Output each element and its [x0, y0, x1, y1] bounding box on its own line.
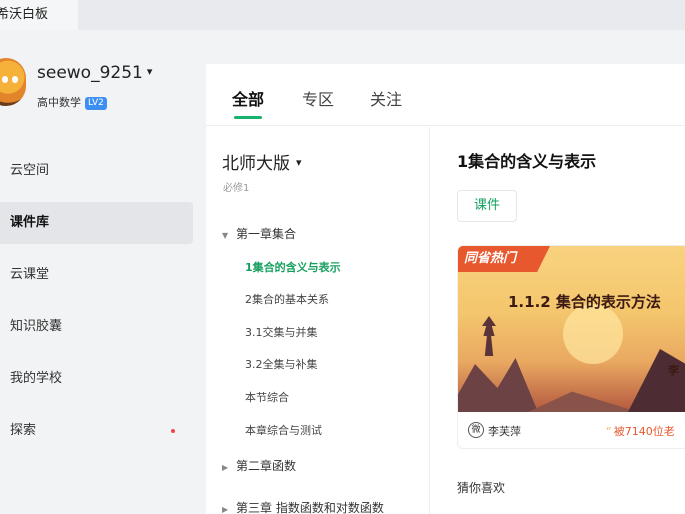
lesson-item[interactable]: 本节综合	[245, 389, 289, 405]
avatar-eye-left	[2, 76, 8, 83]
textbook-tree: 北师大版 ▾ 必修1 ▼ 第一章集合 1集合的含义与表示 2集合的基本关系 3.1交…	[206, 127, 430, 514]
author-avatar-icon: 微	[468, 422, 484, 438]
edition-label: 北师大版	[222, 154, 290, 174]
lesson-item[interactable]: 3.1交集与并集	[245, 324, 318, 340]
category-tabs: 全部 专区 关注	[206, 64, 685, 126]
lesson-item[interactable]: 1集合的含义与表示	[245, 259, 341, 275]
sidebar-item-cloud-space[interactable]: 云空间	[0, 150, 193, 192]
thumbnail-mountain	[458, 358, 538, 412]
sidebar-item-explore[interactable]: 探索	[0, 410, 193, 452]
lesson-item[interactable]: 本章综合与测试	[245, 422, 322, 438]
title-tab-bar: 希沃白板	[0, 0, 685, 30]
sidebar-item-knowledge-capsule[interactable]: 知识胶囊	[0, 306, 193, 348]
username-dropdown[interactable]: seewo_9251 ▾	[37, 63, 152, 83]
app-title: 希沃白板	[0, 7, 49, 22]
sidebar: seewo_9251 ▾ 高中数学 LV2 云空间 课件库 云课堂 知识胶囊 我的学…	[0, 30, 206, 514]
lesson-title: 1集合的含义与表示	[457, 152, 597, 171]
section-title-recommend: 猜你喜欢	[457, 481, 506, 495]
sidebar-item-label: 知识胶囊	[10, 319, 63, 334]
courseware-card[interactable]: 同省热门 1.1.2 集合的表示方法 李 微 李芙萍 “被7140位老	[457, 245, 685, 449]
chapter-label: 第一章集合	[236, 227, 297, 241]
chevron-right-icon: ▶	[222, 505, 229, 514]
level-badge: LV2	[85, 97, 107, 110]
card-footer: 微 李芙萍 “被7140位老	[458, 412, 685, 448]
sidebar-item-label: 我的学校	[10, 371, 63, 386]
usage-count: “被7140位老	[606, 423, 675, 439]
tab-zone[interactable]: 专区	[302, 86, 334, 110]
chapter-2[interactable]: ▶ 第二章函数	[222, 457, 296, 474]
avatar[interactable]	[0, 58, 26, 106]
quote-icon: “	[606, 425, 612, 438]
usage-text: 被7140位老	[613, 425, 675, 438]
sidebar-item-my-school[interactable]: 我的学校	[0, 358, 193, 400]
thumbnail-title: 1.1.2 集合的表示方法	[508, 293, 661, 311]
sidebar-item-cloud-class[interactable]: 云课堂	[0, 254, 193, 296]
app-tab[interactable]: 希沃白板	[0, 0, 78, 30]
sidebar-item-label: 云课堂	[10, 267, 50, 282]
tab-following[interactable]: 关注	[370, 86, 402, 110]
username: seewo_9251	[37, 63, 143, 83]
chevron-down-icon: ▾	[146, 65, 153, 78]
tab-all[interactable]: 全部	[232, 86, 264, 119]
thumbnail-author: 李	[668, 364, 679, 377]
edition-selector[interactable]: 北师大版 ▾	[222, 149, 302, 174]
volume-label: 必修1	[223, 183, 250, 194]
chevron-right-icon: ▶	[222, 463, 229, 472]
hot-badge: 同省热门	[458, 246, 550, 272]
main-panel: 全部 专区 关注 北师大版 ▾ 必修1 ▼ 第一章集合 1集合的含义与表示 2集合的…	[206, 64, 685, 514]
thumbnail-mountain	[528, 391, 638, 412]
chapter-1[interactable]: ▼ 第一章集合	[222, 225, 296, 242]
avatar-eye-right	[12, 76, 18, 83]
chevron-down-icon: ▼	[222, 231, 229, 240]
subject-label: 高中数学	[37, 96, 81, 109]
lesson-item[interactable]: 3.2全集与补集	[245, 356, 318, 372]
courseware-thumbnail: 同省热门 1.1.2 集合的表示方法 李	[458, 246, 685, 412]
author-name[interactable]: 李芙萍	[488, 423, 521, 439]
lesson-detail: 1集合的含义与表示 课件 同省热门 1.1.2 集合的表示方法 李 微 李芙萍 …	[431, 127, 685, 514]
sidebar-item-courseware-library[interactable]: 课件库	[0, 202, 193, 244]
chapter-3[interactable]: ▶ 第三章 指数函数和对数函数	[222, 499, 384, 514]
thumbnail-pagoda	[482, 316, 496, 356]
sidebar-item-label: 云空间	[10, 163, 50, 178]
chevron-down-icon: ▾	[296, 156, 302, 169]
sidebar-item-label: 课件库	[10, 215, 50, 230]
type-filter-courseware[interactable]: 课件	[457, 190, 517, 222]
lesson-item[interactable]: 2集合的基本关系	[245, 291, 329, 307]
chapter-label: 第二章函数	[236, 459, 297, 473]
chapter-label: 第三章 指数函数和对数函数	[236, 501, 384, 514]
thumbnail-sun	[563, 304, 623, 364]
sidebar-item-label: 探索	[10, 423, 37, 438]
notification-dot	[171, 429, 175, 433]
user-subject: 高中数学 LV2	[37, 94, 107, 110]
